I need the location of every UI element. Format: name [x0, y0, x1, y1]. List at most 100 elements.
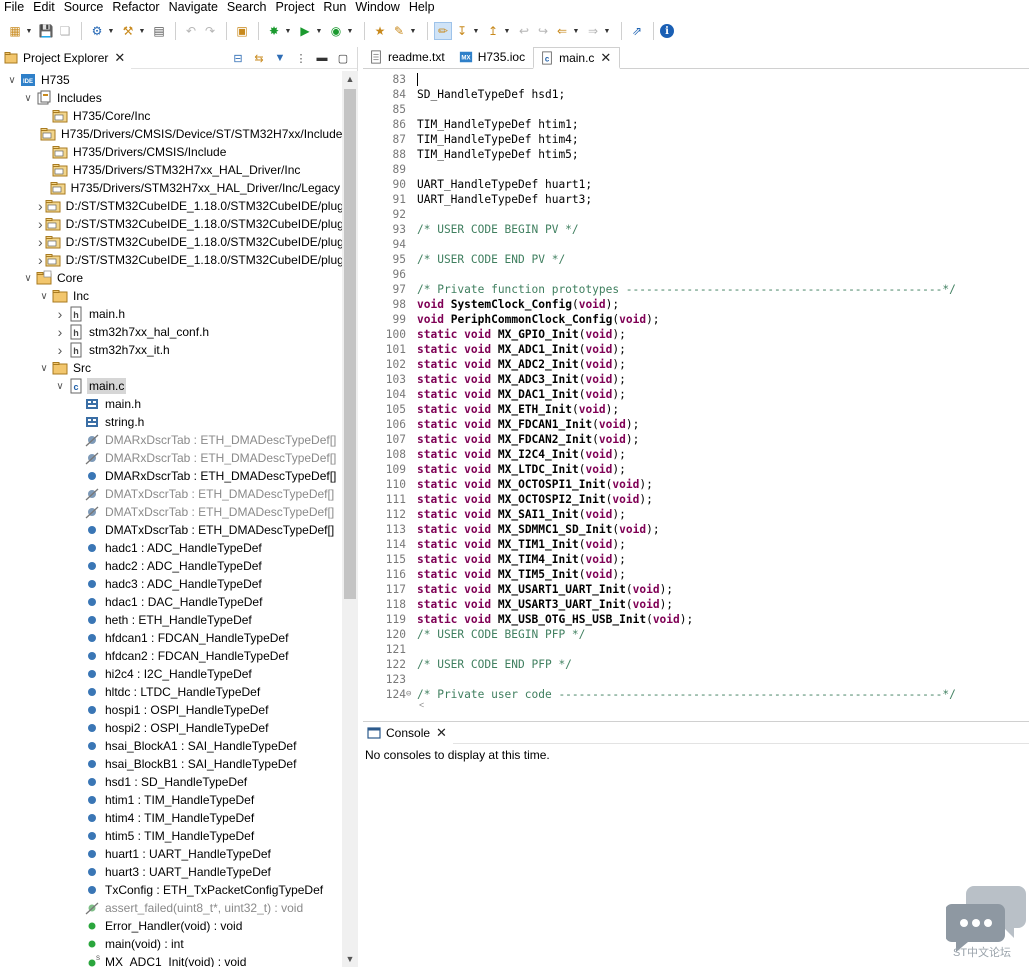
- debug-dropdown-icon[interactable]: ▼: [284, 22, 292, 40]
- forward-dropdown-icon[interactable]: ▼: [603, 22, 611, 40]
- tab-project-explorer[interactable]: Project Explorer ✕: [0, 46, 132, 69]
- code-line[interactable]: 91 UART_HandleTypeDef huart3;: [363, 192, 1029, 207]
- tree-item[interactable]: DMARxDscrTab : ETH_DMADescTypeDef[]: [0, 467, 342, 485]
- code-line[interactable]: 94: [363, 237, 1029, 252]
- chevron-right-icon[interactable]: ›: [54, 341, 66, 359]
- mark-occurrences-icon[interactable]: ✏: [434, 22, 452, 40]
- tab-console[interactable]: Console ✕: [363, 721, 453, 744]
- tree-item[interactable]: DMARxDscrTab : ETH_DMADescTypeDef[]: [0, 449, 342, 467]
- code-line[interactable]: 84 SD_HandleTypeDef hsd1;: [363, 87, 1029, 102]
- new-dropdown-icon[interactable]: ▼: [25, 22, 33, 40]
- build-config-dropdown-icon[interactable]: ▼: [107, 22, 115, 40]
- tree-item[interactable]: hfdcan1 : FDCAN_HandleTypeDef: [0, 629, 342, 647]
- code-line[interactable]: 117 static void MX_USART1_UART_Init(void)…: [363, 582, 1029, 597]
- chevron-down-icon[interactable]: ∨: [38, 287, 50, 305]
- tree-item[interactable]: hospi2 : OSPI_HandleTypeDef: [0, 719, 342, 737]
- run-dropdown-icon[interactable]: ▼: [315, 22, 323, 40]
- open-type-icon[interactable]: ★: [371, 22, 389, 40]
- save-icon[interactable]: 💾: [37, 22, 55, 40]
- code-line[interactable]: 83: [363, 72, 1029, 87]
- code-line[interactable]: 88 TIM_HandleTypeDef htim5;: [363, 147, 1029, 162]
- code-line[interactable]: 108 static void MX_I2C4_Init(void);: [363, 447, 1029, 462]
- code-line[interactable]: 120 /* USER CODE BEGIN PFP */: [363, 627, 1029, 642]
- tree-item[interactable]: hfdcan2 : FDCAN_HandleTypeDef: [0, 647, 342, 665]
- tree-item[interactable]: assert_failed(uint8_t*, uint32_t) : void: [0, 899, 342, 917]
- chevron-right-icon[interactable]: ›: [38, 215, 43, 233]
- view-menu-icon[interactable]: ⋮: [293, 50, 309, 66]
- search-dropdown-icon[interactable]: ▼: [409, 22, 417, 40]
- tree-item[interactable]: hsai_BlockA1 : SAI_HandleTypeDef: [0, 737, 342, 755]
- tree-item[interactable]: H735/Drivers/CMSIS/Device/ST/STM32H7xx/I…: [0, 125, 342, 143]
- next-annotation-dropdown-icon[interactable]: ▼: [472, 22, 480, 40]
- tree-item[interactable]: main.h: [0, 395, 342, 413]
- code-line[interactable]: 99 void PeriphCommonClock_Config(void);: [363, 312, 1029, 327]
- tree-item[interactable]: ∨ IDE H735: [0, 71, 342, 89]
- run-external-dropdown-icon[interactable]: ▼: [346, 22, 354, 40]
- code-line[interactable]: 98 void SystemClock_Config(void);: [363, 297, 1029, 312]
- chevron-down-icon[interactable]: ∨: [38, 359, 50, 377]
- terminal-icon[interactable]: ▣: [233, 22, 251, 40]
- tree-item[interactable]: hsd1 : SD_HandleTypeDef: [0, 773, 342, 791]
- scroll-left-icon[interactable]: <: [419, 700, 424, 710]
- run-icon[interactable]: ▶: [296, 22, 314, 40]
- save-all-icon[interactable]: ❏: [56, 22, 74, 40]
- code-line[interactable]: 110 static void MX_OCTOSPI1_Init(void);: [363, 477, 1029, 492]
- scroll-up-icon[interactable]: ▲: [342, 71, 358, 87]
- code-line[interactable]: 90 UART_HandleTypeDef huart1;: [363, 177, 1029, 192]
- code-line[interactable]: 86 TIM_HandleTypeDef htim1;: [363, 117, 1029, 132]
- tree-item[interactable]: htim4 : TIM_HandleTypeDef: [0, 809, 342, 827]
- code-line[interactable]: 85: [363, 102, 1029, 117]
- menu-source[interactable]: Source: [60, 0, 108, 14]
- tree-item[interactable]: S MX_ADC1_Init(void) : void: [0, 953, 342, 967]
- fold-toggle-icon[interactable]: ⊖: [406, 687, 411, 700]
- tree-item[interactable]: hadc1 : ADC_HandleTypeDef: [0, 539, 342, 557]
- chevron-right-icon[interactable]: ›: [54, 305, 66, 323]
- filter-icon[interactable]: ▼: [272, 50, 288, 66]
- tree-item[interactable]: › h stm32h7xx_it.h: [0, 341, 342, 359]
- code-line[interactable]: 104 static void MX_DAC1_Init(void);: [363, 387, 1029, 402]
- tree-item[interactable]: › h stm32h7xx_hal_conf.h: [0, 323, 342, 341]
- tree-item[interactable]: htim5 : TIM_HandleTypeDef: [0, 827, 342, 845]
- build-config-icon[interactable]: ⚙: [88, 22, 106, 40]
- tree-item[interactable]: hltdc : LTDC_HandleTypeDef: [0, 683, 342, 701]
- collapse-all-icon[interactable]: ⊟: [230, 50, 246, 66]
- tree-item[interactable]: string.h: [0, 413, 342, 431]
- tree-item[interactable]: ∨ Inc: [0, 287, 342, 305]
- code-line[interactable]: 106 static void MX_FDCAN1_Init(void);: [363, 417, 1029, 432]
- code-line[interactable]: 111 static void MX_OCTOSPI2_Init(void);: [363, 492, 1029, 507]
- chevron-down-icon[interactable]: ∨: [22, 269, 34, 287]
- chevron-down-icon[interactable]: ∨: [6, 71, 18, 89]
- code-line[interactable]: 112 static void MX_SAI1_Init(void);: [363, 507, 1029, 522]
- device-icon[interactable]: ▤: [150, 22, 168, 40]
- menu-refactor[interactable]: Refactor: [108, 0, 163, 14]
- menu-run[interactable]: Run: [319, 0, 350, 14]
- tree-item[interactable]: H735/Drivers/STM32H7xx_HAL_Driver/Inc/Le…: [0, 179, 342, 197]
- tree-item[interactable]: › D:/ST/STM32CubeIDE_1.18.0/STM32CubeIDE/…: [0, 197, 342, 215]
- close-icon[interactable]: ✕: [436, 725, 447, 741]
- code-line[interactable]: 102 static void MX_ADC2_Init(void);: [363, 357, 1029, 372]
- forward-icon[interactable]: ⇒: [584, 22, 602, 40]
- tab-h735-ioc[interactable]: MX H735.ioc: [453, 46, 533, 68]
- code-line[interactable]: 116 static void MX_TIM5_Init(void);: [363, 567, 1029, 582]
- code-line[interactable]: 113 static void MX_SDMMC1_SD_Init(void);: [363, 522, 1029, 537]
- menu-file[interactable]: File: [0, 0, 28, 14]
- tree-item[interactable]: H735/Drivers/CMSIS/Include: [0, 143, 342, 161]
- tree-item[interactable]: › h main.h: [0, 305, 342, 323]
- tree-item[interactable]: ∨ c main.c: [0, 377, 342, 395]
- menu-edit[interactable]: Edit: [29, 0, 59, 14]
- code-line[interactable]: 121: [363, 642, 1029, 657]
- chevron-right-icon[interactable]: ›: [38, 197, 43, 215]
- chevron-down-icon[interactable]: ∨: [22, 89, 34, 107]
- code-area[interactable]: 83 84 SD_HandleTypeDef hsd1; 85 86 TIM_Handle…: [363, 70, 1029, 700]
- tree-item[interactable]: htim1 : TIM_HandleTypeDef: [0, 791, 342, 809]
- redo-icon[interactable]: ↷: [201, 22, 219, 40]
- code-line[interactable]: 122 /* USER CODE END PFP */: [363, 657, 1029, 672]
- tree-item[interactable]: TxConfig : ETH_TxPacketConfigTypeDef: [0, 881, 342, 899]
- debug-icon[interactable]: ✸: [265, 22, 283, 40]
- new-icon[interactable]: ▦: [6, 22, 24, 40]
- code-line[interactable]: 93 /* USER CODE BEGIN PV */: [363, 222, 1029, 237]
- tree-item[interactable]: ∨ Src: [0, 359, 342, 377]
- scrollbar-thumb[interactable]: [344, 89, 356, 599]
- prev-annotation-icon[interactable]: ↥: [484, 22, 502, 40]
- tree-item[interactable]: huart3 : UART_HandleTypeDef: [0, 863, 342, 881]
